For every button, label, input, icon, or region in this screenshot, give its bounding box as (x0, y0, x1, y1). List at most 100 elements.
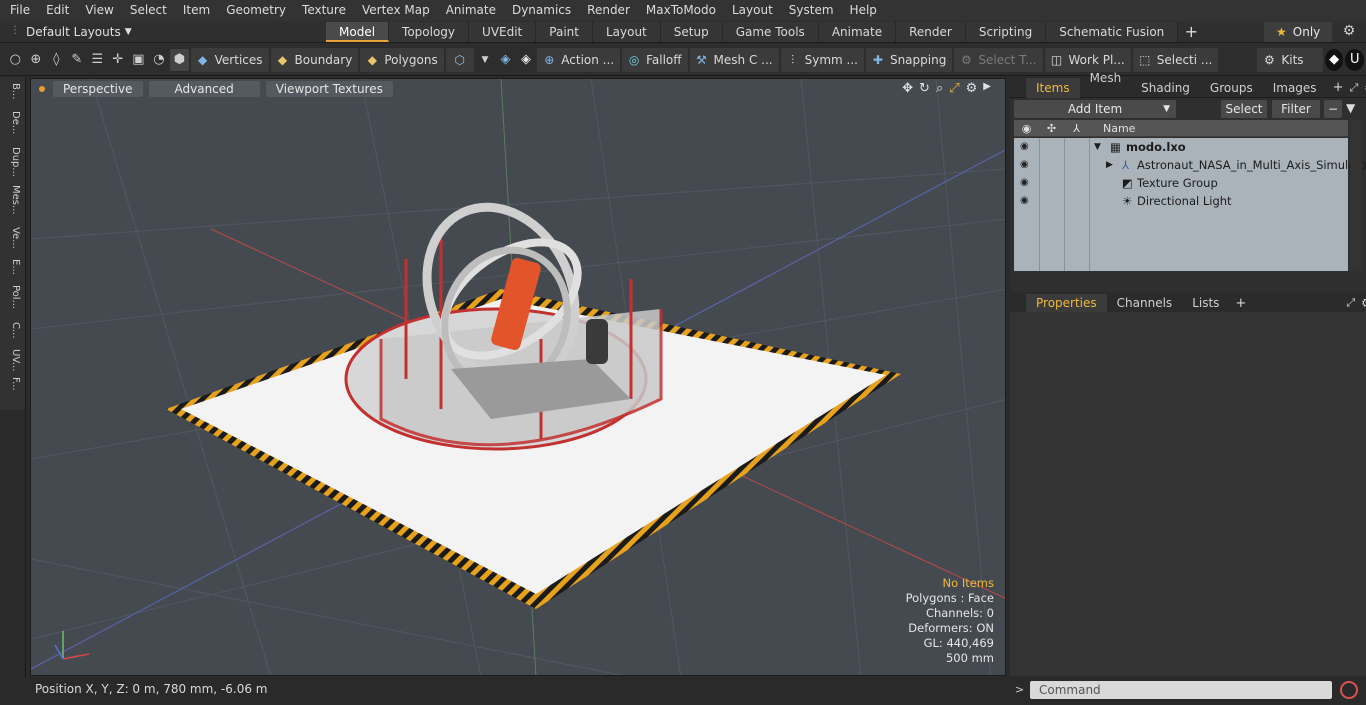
tab-images[interactable]: Images (1263, 78, 1327, 98)
add-item-button[interactable]: Add Item ▼ (1014, 100, 1176, 118)
left-tab-basic[interactable]: B... (3, 83, 21, 99)
left-tab-uv[interactable]: UV... (3, 349, 21, 371)
menu-item[interactable]: Item (175, 0, 218, 21)
viewport-tab-textures[interactable]: Viewport Textures (265, 81, 393, 97)
menu-edit[interactable]: Edit (38, 0, 77, 21)
tab-model[interactable]: Model (326, 22, 390, 42)
tab-shading[interactable]: Shading (1131, 78, 1200, 98)
tab-setup[interactable]: Setup (660, 22, 723, 42)
eye-icon[interactable]: ◉ (1020, 141, 1029, 152)
add-panel-tab-icon[interactable]: + (1333, 80, 1344, 95)
kits-button[interactable]: ⚙ Kits (1257, 47, 1323, 72)
expand-panel-icon[interactable]: ⤢ (1346, 296, 1355, 310)
add-panel-tab-icon[interactable]: + (1235, 296, 1246, 311)
menu-vertex-map[interactable]: Vertex Map (354, 0, 438, 21)
viewport-tab-perspective[interactable]: Perspective (53, 81, 143, 97)
left-tab-fusion[interactable]: F... (3, 377, 21, 391)
tab-channels[interactable]: Channels (1107, 294, 1183, 312)
tab-properties[interactable]: Properties (1026, 294, 1107, 312)
selection-sets-button[interactable]: ⬚ Selecti ... (1132, 47, 1219, 72)
tab-render[interactable]: Render (896, 22, 966, 42)
maximize-view-icon[interactable]: ⤢ (949, 81, 959, 96)
record-icon[interactable] (1340, 681, 1358, 699)
vertices-button[interactable]: ◆ Vertices (190, 47, 269, 72)
layout-select[interactable]: ⋮ Default Layouts ▼ (8, 24, 132, 40)
dropdown-arrow-icon[interactable]: ▼ (476, 49, 495, 71)
viewport-tab-advanced[interactable]: Advanced (148, 81, 260, 97)
center-icon[interactable]: ✛ (109, 49, 128, 71)
left-tab-vertex[interactable]: Ve... (3, 227, 21, 249)
clock-icon[interactable]: ◔ (150, 49, 169, 71)
add-tab-button[interactable]: + (1178, 22, 1204, 42)
select-through-button[interactable]: ⚙ Select T... (954, 47, 1043, 72)
3d-viewport[interactable]: Perspective Advanced Viewport Textures ✥… (30, 78, 1006, 676)
frame-icon[interactable]: ▣ (129, 49, 148, 71)
tab-topology[interactable]: Topology (389, 22, 470, 42)
lasso-icon[interactable]: ◊ (47, 49, 66, 71)
panel-gear-icon[interactable]: ⚙ (1361, 296, 1366, 310)
expand-panel-icon[interactable]: ⤢ (1349, 81, 1358, 95)
menu-layout[interactable]: Layout (724, 0, 781, 21)
unreal-icon[interactable]: U (1345, 48, 1364, 71)
type-column-icon[interactable]: ⅄ (1064, 122, 1089, 135)
item-mode-button[interactable]: ⬡ (445, 47, 474, 72)
zoom-view-icon[interactable]: ⌕ (936, 81, 943, 96)
command-input[interactable]: Command (1030, 681, 1332, 699)
polygons-button[interactable]: ◆ Polygons (360, 47, 444, 72)
name-column-header[interactable]: Name (1089, 122, 1135, 135)
viewport-gear-icon[interactable]: ⚙ (966, 81, 978, 96)
tab-groups[interactable]: Groups (1200, 78, 1263, 98)
circle-select-icon[interactable]: ○ (6, 49, 25, 71)
align-icon[interactable]: ☰ (88, 49, 107, 71)
move-view-icon[interactable]: ✥ (902, 81, 913, 96)
rotate-view-icon[interactable]: ↻ (919, 81, 930, 96)
tree-expand-icon[interactable]: ▼ (1094, 142, 1101, 152)
eye-icon[interactable]: ◉ (1020, 177, 1029, 188)
left-tab-duplicate[interactable]: Dup... (3, 147, 21, 177)
filter-button[interactable]: Filter (1272, 100, 1320, 118)
tab-items[interactable]: Items (1026, 77, 1080, 98)
gear-icon[interactable]: ⚙ (1340, 23, 1358, 41)
left-tab-polygon[interactable]: Pol... (3, 285, 21, 309)
menu-geometry[interactable]: Geometry (218, 0, 294, 21)
menu-texture[interactable]: Texture (294, 0, 354, 21)
tree-row[interactable]: ◉ ▶ ⅄ Astronaut_NASA_in_Multi_Axis_Simul… (1014, 156, 1366, 174)
viewport-menu-arrow-icon[interactable]: ▶ (983, 81, 991, 96)
texture-icon[interactable]: ◈ (517, 49, 536, 71)
menu-maxtomodo[interactable]: MaxToModo (638, 0, 724, 21)
menu-select[interactable]: Select (122, 0, 175, 21)
tab-animate[interactable]: Animate (818, 22, 897, 42)
tab-paint[interactable]: Paint (536, 22, 593, 42)
collapse-button[interactable]: − (1324, 100, 1342, 118)
left-tab-edge[interactable]: E... (3, 259, 21, 275)
items-scrollbar[interactable] (1350, 120, 1362, 271)
lock-column-icon[interactable]: ✣ (1039, 122, 1064, 135)
tree-expand-icon[interactable]: ▶ (1106, 160, 1113, 170)
globe-icon[interactable]: ⊕ (27, 49, 46, 71)
tab-schematic-fusion[interactable]: Schematic Fusion (1046, 22, 1179, 42)
shield-icon[interactable]: ⬢ (170, 48, 189, 71)
menu-dynamics[interactable]: Dynamics (504, 0, 579, 21)
snapping-button[interactable]: ✚ Snapping (865, 47, 953, 72)
tab-scripting[interactable]: Scripting (965, 22, 1047, 42)
command-history-icon[interactable]: > (1015, 683, 1024, 696)
material-icon[interactable]: ◈ (496, 49, 515, 71)
menu-render[interactable]: Render (579, 0, 638, 21)
menu-view[interactable]: View (77, 0, 121, 21)
visibility-column-icon[interactable]: ◉ (1014, 122, 1039, 135)
menu-animate[interactable]: Animate (438, 0, 504, 21)
boundary-button[interactable]: ◆ Boundary (270, 47, 359, 72)
tab-layout[interactable]: Layout (592, 22, 661, 42)
falloff-button[interactable]: ◎ Falloff (622, 47, 688, 72)
left-tab-deform[interactable]: De... (3, 111, 21, 134)
tree-row[interactable]: ◉ ◩ Texture Group (1014, 174, 1348, 192)
filter-funnel-icon[interactable]: ▼ (1346, 101, 1355, 115)
tab-game-tools[interactable]: Game Tools (722, 22, 819, 42)
tab-lists[interactable]: Lists (1182, 294, 1229, 312)
left-tab-curve[interactable]: C... (3, 322, 21, 339)
eye-icon[interactable]: ◉ (1020, 195, 1029, 206)
eye-icon[interactable]: ◉ (1020, 159, 1029, 170)
menu-file[interactable]: File (0, 0, 38, 21)
only-toggle[interactable]: ★ Only (1264, 22, 1332, 42)
mesh-constraint-button[interactable]: ⚒ Mesh C ... (689, 47, 779, 72)
